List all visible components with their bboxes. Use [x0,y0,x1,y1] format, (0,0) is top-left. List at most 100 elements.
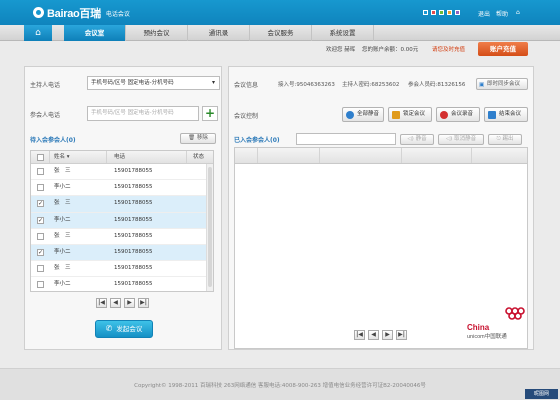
participant-phone-label: 参会人电话 [30,112,61,119]
remove-button[interactable]: 🗑 移除 [180,133,216,144]
table-row[interactable]: 张 三 15901788055 [31,261,213,278]
start-meeting-button[interactable]: ✆ 发起会议 [95,320,153,338]
kick-icon: ⎋ [496,136,501,142]
lock-meeting-label: 锁定会议 [403,111,426,117]
unicom-brand-text: China unicom中国联通 [467,323,507,340]
table-scrollbar[interactable] [206,164,213,291]
unmute-label: 取消静音 [454,136,477,142]
next-page-button[interactable]: ▶ [382,330,393,340]
table-row[interactable]: 张 三 15901788055 [31,229,213,245]
row-checkbox[interactable] [37,168,44,175]
mute-icon: ◁) [407,136,414,142]
start-meeting-label: 发起会议 [116,325,143,333]
tab-meeting-room[interactable]: 会议室 [64,25,126,41]
tab-scheduled-meetings[interactable]: 预约会议 [126,25,188,41]
copyright-text: Copyright© 1998-2011 百瑞科技 263网络通信 客服电话:4… [134,383,426,389]
prev-page-button[interactable]: ◀ [368,330,379,340]
record-meeting-label: 会议录音 [451,111,474,117]
participant-phone-input[interactable]: 手机号码/区号 固定电话-分机号码 [87,106,199,121]
sync-meeting-button[interactable]: ▣ 即时同步会议 [476,78,528,90]
row-checkbox[interactable] [37,184,44,192]
participant-phone: 15901788055 [114,216,153,223]
theme-swatch[interactable] [439,10,444,15]
table-row[interactable]: 李小二 15901788055 [31,277,213,291]
lock-meeting-button[interactable]: 锁定会议 [388,107,432,122]
theme-swatch[interactable] [423,10,428,15]
chevron-down-icon: ▾ [211,79,215,86]
row-checkbox[interactable]: ✓ [37,216,44,224]
kick-button[interactable]: ⎋ 踢出 [488,134,522,145]
next-page-button[interactable]: ▶ [124,298,135,308]
participant-name: 张 三 [54,168,71,174]
mute-label: 静音 [415,136,427,142]
last-page-button[interactable]: ▶| [396,330,407,340]
joined-table-header [234,147,528,164]
logo-text: Bairao百瑞 [47,7,101,20]
end-icon [488,111,496,119]
mute-all-button[interactable]: 全部静音 [342,107,384,122]
host-phone-label: 主持人电话 [30,82,61,89]
participant-name: 李小二 [54,184,71,191]
end-meeting-button[interactable]: 结束会议 [484,107,528,122]
welcome-text: 欢迎您 赫晖 [326,47,356,53]
unmute-icon: ◁) [445,136,453,142]
record-meeting-button[interactable]: 会议录音 [436,107,480,122]
column-header-phone: 电话 [114,154,126,160]
home-icon: ⌂ [35,27,41,38]
main-nav: ⌂ 会议室 预约会议 通讯录 会议服务 系统设置 [0,25,560,41]
participant-phone: 15901788055 [114,184,153,191]
unmute-button[interactable]: ◁) 取消静音 [438,134,484,145]
tab-meeting-services[interactable]: 会议服务 [250,25,312,41]
table-row[interactable]: ✓ 张 三 15901788055 [31,196,213,213]
theme-switcher [423,10,460,15]
home-small-icon[interactable]: ⌂ [516,9,520,16]
participant-phone: 15901788055 [114,168,153,174]
first-page-button[interactable]: |◀ [96,298,107,308]
select-all-checkbox[interactable] [37,154,44,161]
first-page-button[interactable]: |◀ [354,330,365,340]
participant-phone: 15901788055 [114,265,153,272]
column-header-name[interactable]: 姓名 ▾ [54,151,70,163]
pending-participants-table: 姓名 ▾ 电话 状态 张 三 15901788055 李小二 15901788055 ✓… [30,150,214,292]
access-number: 接入号:95046363263 [278,82,335,88]
watermark: 昵图网 [525,389,558,399]
table-row[interactable]: ✓ 李小二 15901788055 [31,212,213,229]
theme-swatch[interactable] [431,10,436,15]
participant-name: 李小二 [54,248,71,255]
scrollbar-thumb[interactable] [208,167,212,287]
host-phone-select[interactable]: 手机号码/区号 固定电话-分机号码 ▾ [87,76,220,90]
theme-swatch[interactable] [455,10,460,15]
last-page-button[interactable]: ▶| [138,298,149,308]
meeting-control-label: 会议控制 [234,113,259,120]
table-header: 姓名 ▾ 电话 状态 [31,151,213,164]
row-checkbox[interactable] [37,232,44,240]
add-participant-button[interactable]: + [202,106,218,121]
kick-label: 踢出 [502,136,514,142]
row-checkbox[interactable]: ✓ [37,200,44,208]
mute-button[interactable]: ◁) 静音 [400,134,434,145]
home-tab[interactable]: ⌂ [24,25,52,41]
table-row[interactable]: 李小二 15901788055 [31,180,213,197]
joined-search-input[interactable] [296,133,396,145]
row-checkbox[interactable] [37,281,44,289]
exit-link[interactable]: 退出 [478,9,490,18]
participant-name: 李小二 [54,281,71,288]
table-row[interactable]: 张 三 15901788055 [31,164,213,181]
row-checkbox[interactable]: ✓ [37,248,44,256]
remove-button-label: 移除 [196,135,208,141]
row-checkbox[interactable] [37,265,44,273]
meeting-info-label: 会议信息 [234,82,259,89]
theme-swatch[interactable] [447,10,452,15]
recharge-button[interactable]: 账户充值 [478,42,528,56]
tab-contacts[interactable]: 通讯录 [188,25,250,41]
table-row[interactable]: ✓ 李小二 15901788055 [31,244,213,262]
left-pager: |◀ ◀ ▶ ▶| [96,298,149,308]
prev-page-button[interactable]: ◀ [110,298,121,308]
sync-meeting-label: 即时同步会议 [487,81,521,87]
top-header: Bairao百瑞 电话会议 退出 帮助 ⌂ [0,0,560,25]
help-link[interactable]: 帮助 [496,9,508,18]
balance-text: 您的账户余额：0.00元 [362,47,419,53]
pending-participants-label: 待入会参会人(0) [30,137,76,144]
tab-settings[interactable]: 系统设置 [312,25,374,41]
participant-phone: 15901788055 [114,232,153,239]
